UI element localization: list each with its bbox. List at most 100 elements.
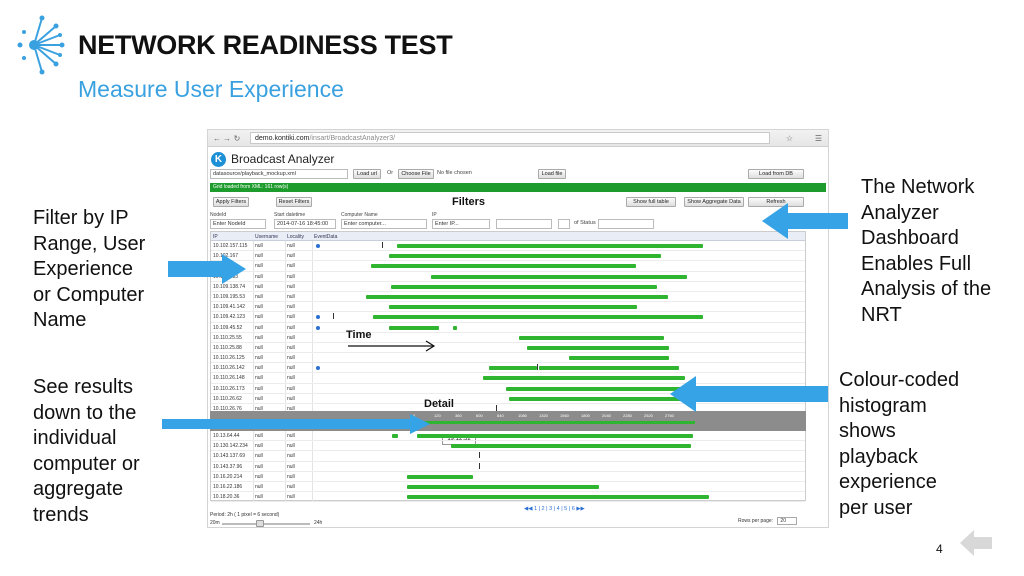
pager[interactable]: ◀◀ 1 | 2 | 3 | 4 | 5 | 6 ▶▶ [524, 506, 585, 512]
status-select-c[interactable] [598, 219, 654, 229]
rows-per-page-select[interactable]: 20 [777, 517, 798, 525]
event-tick[interactable] [479, 462, 480, 469]
cell-divider [312, 322, 313, 332]
table-row[interactable]: 10.102.167 null null [211, 251, 805, 262]
last-page-icon[interactable]: ▶▶ [576, 506, 584, 512]
playback-bar[interactable] [506, 386, 686, 391]
playback-bar[interactable] [483, 376, 685, 381]
cell-user: null [255, 293, 263, 300]
playback-bar[interactable] [373, 315, 703, 320]
table-row[interactable]: 10.130.142.234 null null [211, 441, 805, 452]
table-row[interactable]: 10.110.26.125 null null [211, 353, 805, 364]
col-ip[interactable]: IP [213, 234, 218, 240]
table-row[interactable]: 10.143.37.96 null null [211, 461, 805, 472]
zoom-max-label: 24h [314, 520, 323, 526]
apply-filters-button[interactable]: Apply Filters [213, 197, 249, 207]
playback-bar[interactable] [539, 366, 679, 371]
playback-bar[interactable] [417, 434, 693, 438]
load-url-button[interactable]: Load url [353, 169, 381, 179]
event-tick[interactable] [333, 313, 334, 320]
pager-pages[interactable]: 1 | 2 | 3 | 4 | 5 | 6 [534, 506, 575, 512]
event-tick[interactable] [382, 242, 383, 248]
table-row[interactable]: 10.109.41.142 null null [211, 302, 805, 313]
playback-bar[interactable] [391, 284, 657, 289]
load-from-db-button[interactable]: Load from DB [748, 169, 804, 179]
playback-bar[interactable] [397, 244, 703, 248]
zoom-track[interactable] [222, 523, 310, 525]
playback-bar[interactable] [389, 305, 637, 310]
cell-divider [253, 461, 254, 471]
ip-input[interactable]: Enter IP... [432, 219, 490, 229]
col-locality[interactable]: Locality [287, 234, 304, 240]
choose-file-button[interactable]: Choose File [398, 169, 434, 179]
status-select-b[interactable] [558, 219, 570, 229]
playback-bar[interactable] [366, 294, 668, 299]
back-arrow-icon[interactable]: ← [212, 134, 222, 143]
playback-bar[interactable] [509, 396, 684, 401]
datasource-input[interactable]: datasource/playback_mockup.xml [210, 169, 348, 179]
playback-bar[interactable] [569, 356, 669, 361]
playback-bar[interactable] [489, 366, 537, 371]
ruler-tick-label: 2040 [602, 413, 611, 418]
load-file-button[interactable]: Load file [538, 169, 566, 179]
playback-bar[interactable] [407, 484, 599, 489]
reset-filters-button[interactable]: Reset Filters [276, 197, 312, 207]
table-row[interactable]: 10.18.20.36 null null [211, 492, 805, 503]
zoom-knob[interactable] [256, 520, 264, 527]
event-tick[interactable] [537, 364, 538, 371]
table-row[interactable]: 10.16.20.214 null null [211, 471, 805, 482]
ruler-tick-label: 1800 [581, 413, 590, 418]
ruler-tick-label: 2520 [644, 413, 653, 418]
cell-divider [285, 261, 286, 271]
show-full-table-button[interactable]: Show full table [626, 197, 676, 207]
event-dot[interactable] [316, 325, 320, 330]
status-bar: Grid loaded from XML: 161 row(s) [210, 183, 826, 192]
show-aggregate-button[interactable]: Show Aggregate Data [684, 197, 744, 207]
detail-ruler[interactable]: 0 120 360 600 840 1080 1320 1560 1800 2040 2280 252… [413, 413, 695, 427]
table-row[interactable]: 10.109.183nullnull [211, 271, 805, 282]
playback-bar[interactable] [527, 345, 669, 350]
playback-bar[interactable] [451, 444, 691, 449]
table-row[interactable]: 10.103nullnull [211, 261, 805, 272]
playback-bar[interactable] [407, 495, 709, 500]
back-arrow-icon[interactable] [960, 526, 994, 560]
computer-input[interactable]: Enter computer... [341, 219, 427, 229]
table-row[interactable]: 10.16.22.186 null null [211, 481, 805, 493]
forward-arrow-icon[interactable]: → [222, 134, 232, 143]
playback-bar[interactable] [389, 254, 661, 259]
playback-bar[interactable] [453, 325, 457, 330]
col-eventdata[interactable]: EventData [314, 234, 337, 240]
star-icon[interactable]: ☆ [786, 134, 793, 143]
playback-bar[interactable] [407, 474, 473, 479]
table-row[interactable]: 10.109.42.123 null null [211, 312, 805, 323]
playback-bar[interactable] [519, 335, 664, 340]
zoom-slider[interactable]: 20m 24h [210, 520, 330, 527]
playback-bar[interactable] [371, 264, 636, 269]
rows-per-page: Rows per page: 20 [738, 517, 798, 525]
status-select-a[interactable] [496, 219, 552, 229]
event-dot[interactable] [316, 315, 320, 320]
table-row[interactable]: 10.143.137.69 null null [211, 451, 805, 462]
nodeid-input[interactable]: Enter NodeId [210, 219, 266, 229]
table-row[interactable]: 10.102.157.115 null null [211, 241, 805, 252]
table-row[interactable]: 10.109.45.52 null null [211, 322, 805, 333]
playback-bar[interactable] [431, 274, 687, 279]
table-row[interactable]: 10.110.25.55 null null [211, 332, 805, 343]
table-row[interactable]: 10.109.195.53 null null [211, 291, 805, 303]
callout-line: Analyzer [861, 201, 939, 224]
table-row[interactable]: 10.110.25.88 null null [211, 342, 805, 354]
first-page-icon[interactable]: ◀◀ [524, 506, 532, 512]
menu-icon[interactable]: ☰ [815, 134, 822, 143]
playback-bar[interactable] [389, 325, 439, 330]
col-username[interactable]: Username [255, 234, 278, 240]
event-tick[interactable] [479, 452, 480, 459]
address-bar[interactable]: demo.kontiki.com/insart/BroadcastAnalyze… [250, 132, 770, 144]
playback-bar[interactable] [392, 434, 398, 438]
table-row[interactable]: 10.109.138.74 null null [211, 281, 805, 292]
reload-icon[interactable]: ↻ [232, 134, 242, 143]
event-dot[interactable] [316, 366, 320, 371]
start-datetime-input[interactable]: 2014-07-16 18:45:00 [274, 219, 336, 229]
ruler-tick-label: 840 [497, 413, 504, 418]
event-dot[interactable] [316, 244, 320, 248]
table-row[interactable]: 10.110.26.142 null null [211, 363, 805, 374]
